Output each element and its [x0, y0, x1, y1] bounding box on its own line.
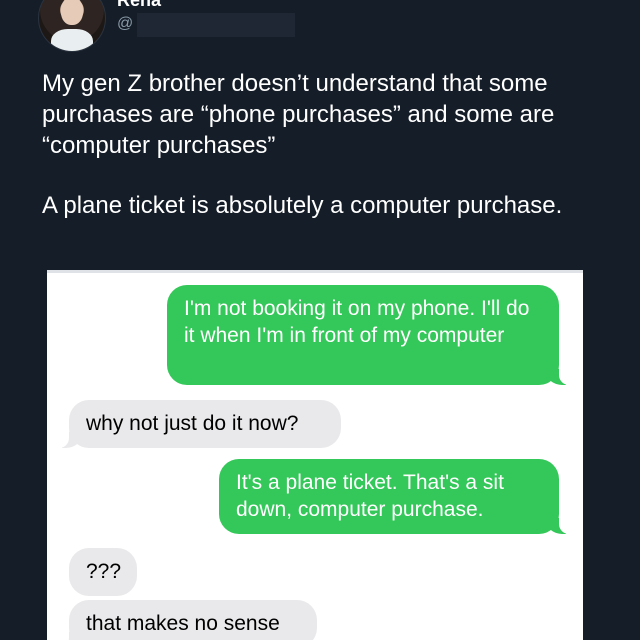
avatar[interactable] — [38, 0, 106, 52]
avatar-face — [61, 0, 83, 25]
tweet-text: My gen Z brother doesn’t understand that… — [42, 68, 612, 221]
message-bubble-sent: It's a plane ticket. That's a sit down, … — [219, 459, 571, 534]
author-handle[interactable]: @ — [117, 14, 133, 34]
avatar-shirt — [51, 29, 93, 51]
message-bubble-received: that makes no sense — [57, 600, 317, 640]
tweet-paragraph-1: My gen Z brother doesn’t understand that… — [42, 70, 555, 159]
message-bubble-received: why not just do it now? — [57, 400, 341, 448]
handle-redaction — [137, 13, 295, 37]
tweet-media-screenshot[interactable]: I'm not booking it on my phone. I'll do … — [47, 270, 583, 640]
message-bubble-sent: I'm not booking it on my phone. I'll do … — [167, 285, 571, 385]
message-bubble-received: ??? — [69, 548, 137, 596]
tweet-paragraph-2: A plane ticket is absolutely a computer … — [42, 192, 563, 219]
tweet-header: Rena @ — [0, 0, 640, 60]
author-display-name[interactable]: Rena — [117, 0, 161, 10]
